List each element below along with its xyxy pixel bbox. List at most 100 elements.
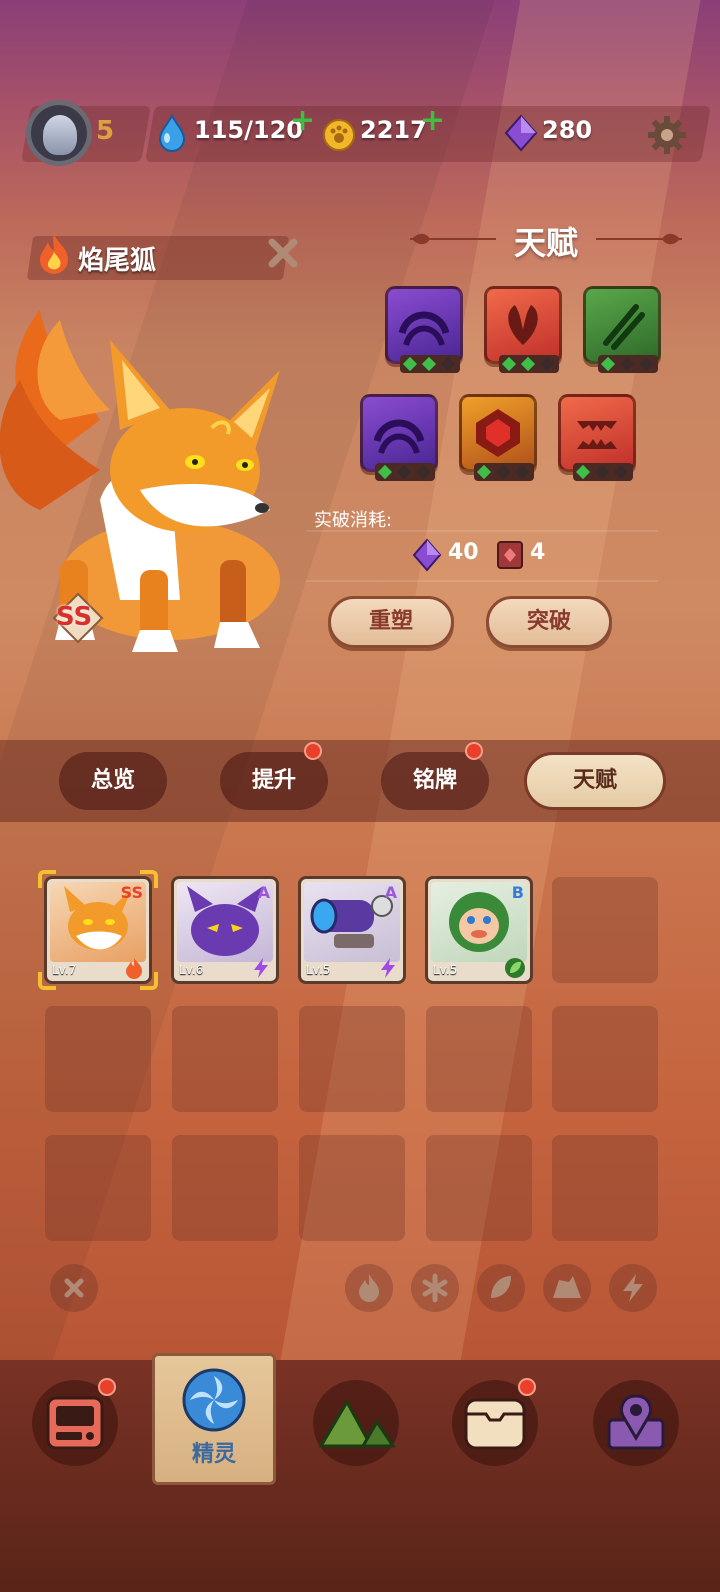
pet-card-cannon[interactable]: A Lv.5 xyxy=(298,876,406,984)
purple-gem-icon xyxy=(504,114,538,152)
filter-rock[interactable] xyxy=(543,1264,591,1312)
pet-rank: A xyxy=(384,883,397,902)
selection-corner xyxy=(140,972,158,990)
gems-value: 280 xyxy=(542,116,593,144)
title-ornament-right xyxy=(596,233,682,245)
rock-icon xyxy=(553,1276,581,1298)
nav-pets-label: 精灵 xyxy=(191,1442,236,1467)
notification-dot xyxy=(304,742,322,760)
empty-pet-slot[interactable] xyxy=(552,1006,658,1112)
title-ornament-left xyxy=(410,233,496,245)
breakthrough-cost-label: 实破消耗: xyxy=(314,510,393,531)
talent-slot-3[interactable] xyxy=(583,286,661,373)
pet-name: 焰尾狐 xyxy=(78,246,157,276)
mountain-icon xyxy=(318,1398,396,1448)
settings-gear-icon[interactable] xyxy=(646,114,688,156)
rank-badge-text: SS xyxy=(56,602,93,632)
empty-pet-slot[interactable] xyxy=(45,1006,151,1112)
pet-card-monkey[interactable]: B Lv.5 xyxy=(425,876,533,984)
reshape-button[interactable]: 重塑 xyxy=(328,596,454,648)
empty-pet-slot[interactable] xyxy=(552,1135,658,1241)
selection-corner xyxy=(38,870,56,888)
filter-electric[interactable] xyxy=(609,1264,657,1312)
player-avatar[interactable] xyxy=(26,100,92,166)
snowflake-icon xyxy=(422,1273,448,1303)
clear-filter-button[interactable] xyxy=(50,1264,98,1312)
leaf-icon xyxy=(505,958,525,978)
filter-fire[interactable] xyxy=(345,1264,393,1312)
filter-grass[interactable] xyxy=(477,1264,525,1312)
pet-level: Lv.5 xyxy=(306,963,331,977)
close-icon[interactable] xyxy=(266,236,300,270)
talent-slot-6[interactable] xyxy=(558,394,636,481)
pet-card-fox[interactable]: SS Lv.7 xyxy=(44,876,152,984)
notification-dot xyxy=(518,1378,536,1396)
tab-upgrade[interactable]: 提升 xyxy=(220,752,328,810)
talent-shield-icon xyxy=(476,409,520,457)
empty-pet-slot[interactable] xyxy=(172,1135,278,1241)
pet-level: Lv.5 xyxy=(433,963,458,977)
divider-top xyxy=(306,530,658,532)
talent-pips xyxy=(573,463,633,481)
pet-portrait-fox xyxy=(0,310,280,652)
talent-slot-1[interactable] xyxy=(385,286,463,373)
empty-pet-slot[interactable] xyxy=(299,1135,405,1241)
cost-item-value: 4 xyxy=(530,540,546,565)
nav-map[interactable] xyxy=(593,1380,679,1466)
gold-value: 2217 xyxy=(360,116,427,144)
fire-icon xyxy=(359,1274,379,1302)
energy-value: 115/120 xyxy=(194,116,303,144)
nav-explore[interactable] xyxy=(313,1380,399,1466)
tab-nameplate[interactable]: 铭牌 xyxy=(381,752,489,810)
talent-slash-icon xyxy=(603,304,645,350)
paw-coin-icon xyxy=(323,119,355,151)
divider-bottom xyxy=(306,580,658,582)
add-gold-button[interactable]: + xyxy=(420,106,445,136)
lightning-icon xyxy=(623,1274,643,1302)
notification-dot xyxy=(98,1378,116,1396)
talent-wave-icon xyxy=(398,311,450,347)
pet-card-purple-cat[interactable]: A Lv.6 xyxy=(171,876,279,984)
lightning-icon xyxy=(381,958,395,978)
empty-pet-slot[interactable] xyxy=(426,1135,532,1241)
empty-pet-slot[interactable] xyxy=(299,1006,405,1112)
breakthrough-button[interactable]: 突破 xyxy=(486,596,612,648)
talent-pips xyxy=(400,355,460,373)
empty-pet-slot[interactable] xyxy=(45,1135,151,1241)
tab-talent[interactable]: 天赋 xyxy=(524,752,666,810)
empty-pet-slot[interactable] xyxy=(172,1006,278,1112)
filter-ice[interactable] xyxy=(411,1264,459,1312)
top-resource-bar: 5 115/120 + 2217 + 280 xyxy=(0,100,720,166)
avatar-face xyxy=(43,115,77,155)
talent-slot-2[interactable] xyxy=(484,286,562,373)
water-drop-icon xyxy=(158,114,186,152)
talent-pips xyxy=(499,355,559,373)
empty-pet-slot[interactable] xyxy=(552,877,658,983)
material-book-icon xyxy=(497,541,523,569)
add-energy-button[interactable]: + xyxy=(290,106,315,136)
talent-claw-icon xyxy=(508,305,538,345)
empty-pet-slot[interactable] xyxy=(426,1006,532,1112)
talent-fang-icon xyxy=(577,421,617,449)
fire-element-icon xyxy=(40,234,68,274)
map-pin-icon xyxy=(607,1394,665,1450)
player-level: 5 xyxy=(96,116,115,146)
pet-ball-icon xyxy=(182,1368,246,1432)
cost-gems-value: 40 xyxy=(448,540,479,565)
selection-corner xyxy=(38,972,56,990)
pet-rank: B xyxy=(511,883,524,902)
talent-slot-4[interactable] xyxy=(360,394,438,481)
selection-corner xyxy=(140,870,158,888)
talent-pips xyxy=(474,463,534,481)
talent-pips xyxy=(375,463,435,481)
leaf-icon xyxy=(491,1276,511,1298)
close-icon xyxy=(64,1278,84,1298)
lightning-icon xyxy=(254,958,268,978)
talent-title: 天赋 xyxy=(514,224,579,262)
purple-gem-icon xyxy=(412,538,442,572)
tab-overview[interactable]: 总览 xyxy=(59,752,167,810)
talent-slot-5[interactable] xyxy=(459,394,537,481)
pet-level: Lv.6 xyxy=(179,963,204,977)
talent-wave-icon xyxy=(373,419,425,455)
talent-pips xyxy=(598,355,658,373)
